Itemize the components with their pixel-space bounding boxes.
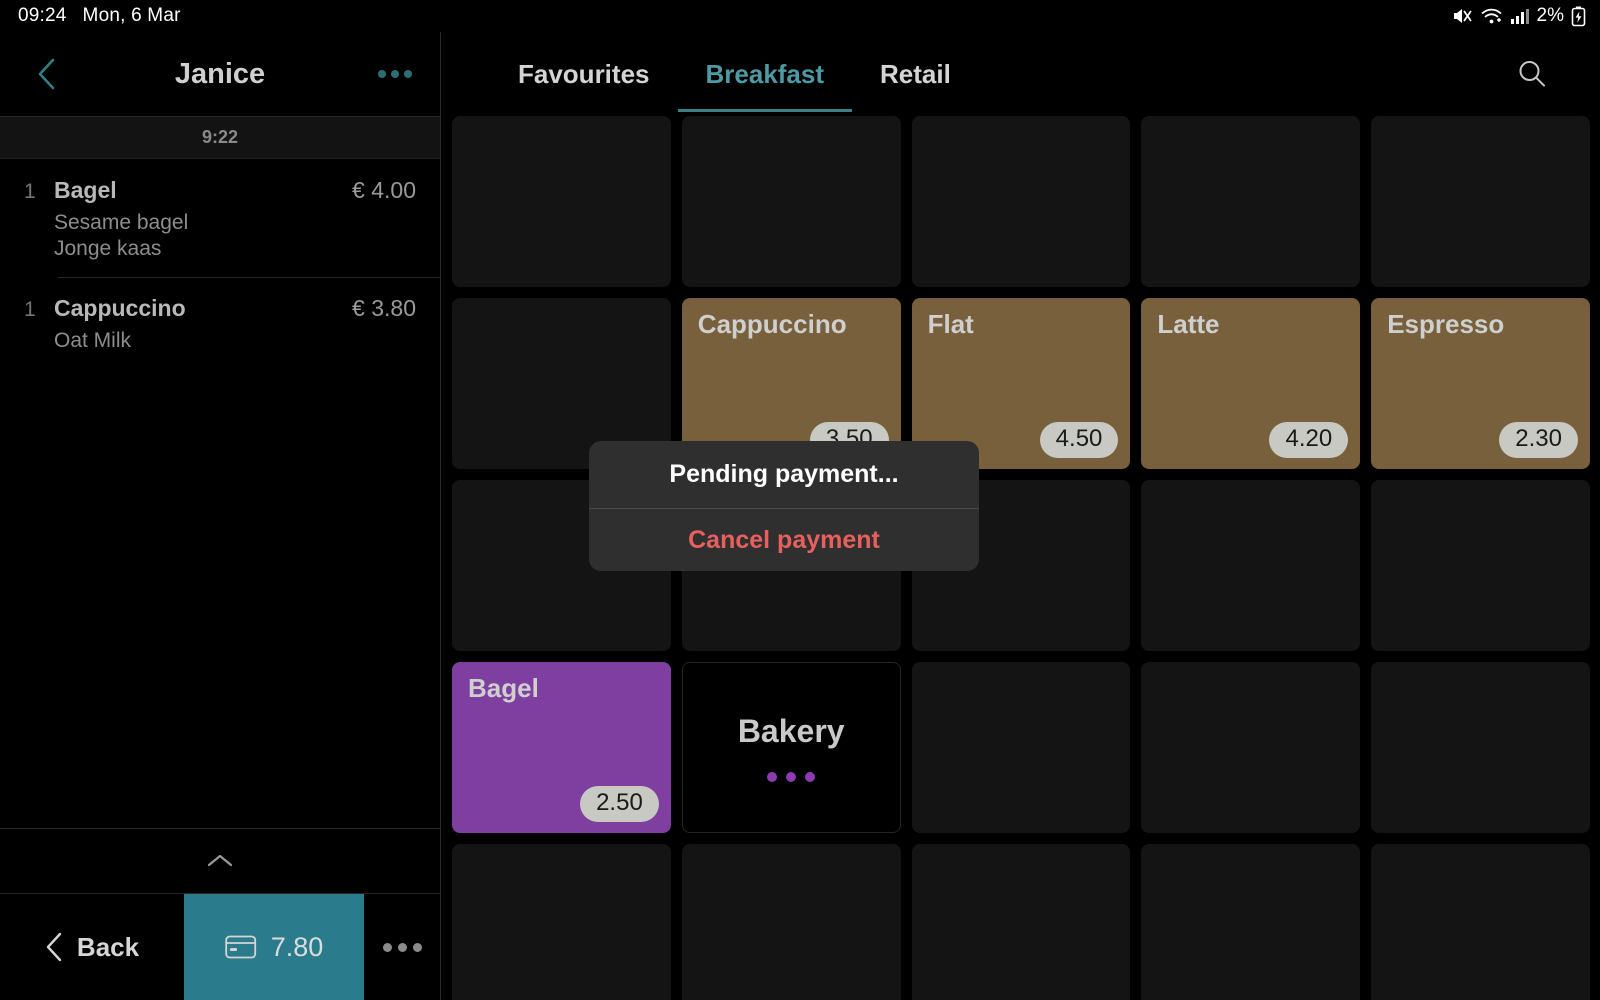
sidebar-bottom-bar: Back 7.80 (0, 894, 440, 1000)
product-name: Latte (1157, 309, 1220, 339)
search-button[interactable] (1510, 52, 1554, 96)
system-status-bar: 09:24 Mon, 6 Mar 2% (0, 0, 1600, 32)
empty-tile[interactable] (911, 116, 1131, 287)
overflow-menu-icon (378, 70, 386, 78)
bottom-overflow-menu-button[interactable] (364, 894, 440, 1000)
order-item-modifiers: Oat Milk (54, 328, 416, 354)
empty-tile[interactable] (452, 844, 671, 1000)
empty-tile[interactable] (1141, 662, 1361, 833)
wifi-icon (1480, 6, 1503, 26)
pay-button[interactable]: 7.80 (184, 894, 364, 1000)
product-tile-latte[interactable]: Latte 4.20 (1141, 298, 1361, 469)
pay-button-amount: 7.80 (270, 931, 324, 962)
order-sidebar: Janice 9:22 1 Bagel € 4.00 Sesame bagel … (0, 32, 441, 1000)
tab-retail[interactable]: Retail (852, 44, 979, 104)
page-title: Janice (174, 57, 266, 90)
category-name: Bakery (737, 713, 845, 749)
empty-tile[interactable] (1371, 480, 1590, 651)
product-price: 4.50 (1039, 422, 1119, 458)
card-icon (225, 935, 256, 959)
empty-tile[interactable] (1371, 116, 1590, 287)
empty-tile[interactable] (1371, 844, 1590, 1000)
category-tile-bakery[interactable]: Bakery (681, 662, 901, 833)
order-panel-collapse-handle[interactable] (0, 828, 440, 894)
tab-breakfast[interactable]: Breakfast (677, 44, 853, 112)
dialog-title: Pending payment... (589, 441, 979, 509)
empty-tile[interactable] (1371, 662, 1590, 833)
cellular-signal-icon (1510, 6, 1530, 26)
product-price: 4.20 (1269, 422, 1349, 458)
sidebar-back-button[interactable] (30, 57, 64, 91)
category-dots-icon (767, 772, 816, 782)
status-bar-right: 2% (1451, 5, 1586, 27)
pending-payment-dialog: Pending payment... Cancel payment (589, 441, 979, 571)
product-name: Bagel (468, 673, 539, 703)
tab-favourites[interactable]: Favourites (490, 44, 678, 104)
battery-charging-icon (1571, 6, 1586, 27)
order-item-name: Cappuccino (54, 294, 186, 321)
product-name: Flat (927, 309, 974, 339)
sidebar-header: Janice (0, 32, 440, 116)
empty-tile[interactable] (681, 116, 901, 287)
product-price: 2.30 (1499, 422, 1578, 458)
status-bar-date: Mon, 6 Mar (82, 5, 181, 26)
product-name: Cappuccino (697, 309, 847, 339)
empty-tile[interactable] (1141, 116, 1361, 287)
order-item-modifiers: Sesame bagel Jonge kaas (54, 210, 416, 263)
product-name: Espresso (1387, 309, 1505, 339)
status-bar-clock: 09:24 (18, 5, 67, 26)
order-item-name: Bagel (54, 177, 117, 203)
order-timestamp: 9:22 (201, 127, 239, 147)
tab-label: Breakfast (705, 58, 825, 89)
order-item-modifier: Sesame bagel (54, 211, 189, 234)
tab-label: Favourites (518, 58, 650, 89)
search-icon (1519, 61, 1545, 87)
product-price: 2.50 (580, 786, 659, 822)
order-item-price: € 4.00 (352, 177, 416, 203)
order-item-header: 1 Bagel € 4.00 (24, 177, 416, 204)
list-item[interactable]: 1 Cappuccino € 3.80 Oat Milk (0, 276, 440, 368)
back-button[interactable]: Back (0, 894, 184, 1000)
empty-tile[interactable] (1141, 844, 1361, 1000)
order-item-header: 1 Cappuccino € 3.80 (24, 295, 416, 322)
order-item-price: € 3.80 (352, 294, 416, 321)
order-item-modifier: Jonge kaas (54, 237, 162, 261)
empty-tile[interactable] (452, 116, 671, 287)
order-item-list: 1 Bagel € 4.00 Sesame bagel Jonge kaas 1… (0, 159, 440, 368)
product-tile-espresso[interactable]: Espresso 2.30 (1371, 298, 1590, 469)
tab-label: Retail (880, 58, 951, 89)
overflow-menu-icon (382, 942, 392, 952)
order-item-quantity: 1 (24, 180, 36, 203)
order-item-modifier: Oat Milk (54, 328, 132, 352)
empty-tile[interactable] (911, 662, 1131, 833)
order-item-quantity: 1 (24, 297, 36, 321)
chevron-left-icon (38, 58, 55, 90)
list-item[interactable]: 1 Bagel € 4.00 Sesame bagel Jonge kaas (0, 159, 440, 277)
mute-icon (1451, 6, 1473, 26)
empty-tile[interactable] (911, 844, 1131, 1000)
empty-tile[interactable] (1141, 480, 1361, 651)
chevron-left-icon (46, 932, 62, 962)
cancel-payment-button[interactable]: Cancel payment (589, 509, 979, 571)
pos-app-screen: 09:24 Mon, 6 Mar 2% Janice 9:22 1 Bagel … (0, 0, 1600, 1000)
order-timestamp-strip: 9:22 (0, 116, 440, 159)
empty-tile[interactable] (681, 844, 901, 1000)
sidebar-overflow-menu-button[interactable] (378, 70, 412, 78)
status-bar-left: 09:24 Mon, 6 Mar (18, 5, 181, 27)
battery-percent-label: 2% (1536, 5, 1564, 26)
category-tab-bar: Favourites Breakfast Retail (442, 32, 1600, 116)
back-button-label: Back (76, 931, 140, 962)
product-tile-bagel[interactable]: Bagel 2.50 (452, 662, 671, 833)
chevron-up-icon (207, 854, 233, 867)
